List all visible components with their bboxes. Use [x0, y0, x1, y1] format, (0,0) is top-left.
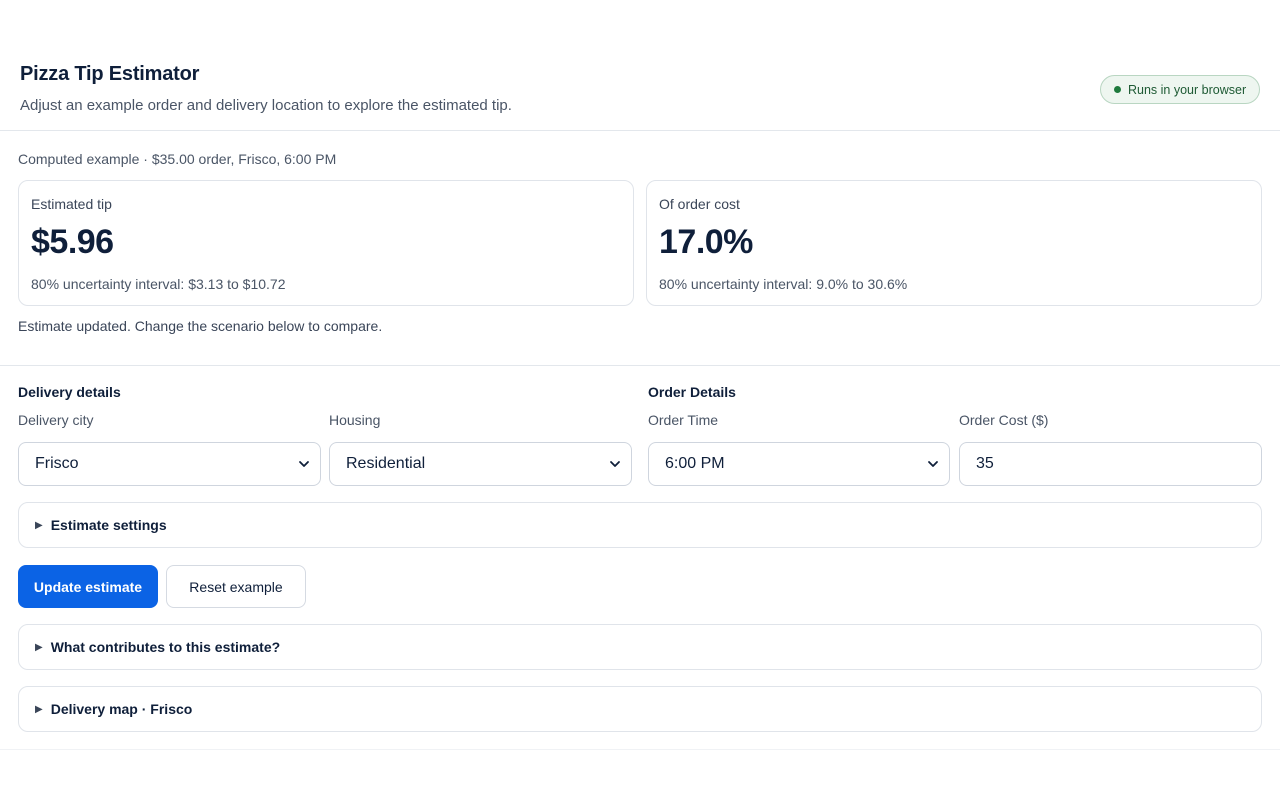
- computed-example-label: Computed example · $35.00 order, Frisco,…: [18, 151, 337, 167]
- chevron-down-icon: [299, 461, 309, 467]
- housing-value: Residential: [346, 455, 426, 472]
- chevron-down-icon: [610, 461, 620, 467]
- app-header: Pizza Tip Estimator Adjust an example or…: [0, 0, 1280, 131]
- order-time-select[interactable]: 6:00 PM: [648, 442, 950, 486]
- estimate-settings-label: Estimate settings: [50, 517, 167, 533]
- housing-label: Housing: [329, 412, 381, 428]
- order-cost-percent-value: 17.0%: [659, 223, 753, 261]
- delivery-details-title: Delivery details: [18, 384, 121, 400]
- contributions-toggle[interactable]: ▶ What contributes to this estimate?: [18, 624, 1262, 670]
- runs-in-browser-badge: Runs in your browser: [1100, 75, 1260, 104]
- chevron-down-icon: [928, 461, 938, 467]
- order-cost-percent-card: Of order cost 17.0% 80% uncertainty inte…: [646, 180, 1262, 306]
- order-cost-percent-interval: 80% uncertainty interval: 9.0% to 30.6%: [659, 276, 908, 292]
- update-estimate-button[interactable]: Update estimate: [18, 565, 158, 608]
- status-dot-icon: [1114, 86, 1121, 93]
- badge-label: Runs in your browser: [1128, 82, 1247, 97]
- app-title: Pizza Tip Estimator: [20, 63, 200, 85]
- expand-triangle-icon: ▶: [35, 703, 43, 715]
- section-divider: [0, 365, 1280, 366]
- order-cost-label: Order Cost ($): [959, 412, 1049, 428]
- order-cost-input[interactable]: [959, 442, 1262, 486]
- housing-select[interactable]: Residential: [329, 442, 632, 486]
- app-subtitle: Adjust an example order and delivery loc…: [20, 97, 512, 114]
- contributions-label: What contributes to this estimate?: [50, 639, 281, 655]
- estimated-tip-card: Estimated tip $5.96 80% uncertainty inte…: [18, 180, 634, 306]
- expand-triangle-icon: ▶: [35, 641, 43, 653]
- order-details-title: Order Details: [648, 384, 736, 400]
- estimate-status-text: Estimate updated. Change the scenario be…: [18, 318, 383, 334]
- estimated-tip-value: $5.96: [31, 223, 114, 261]
- reset-example-button[interactable]: Reset example: [166, 565, 306, 608]
- delivery-map-toggle[interactable]: ▶ Delivery map · Frisco: [18, 686, 1262, 732]
- delivery-city-select[interactable]: Frisco: [18, 442, 321, 486]
- estimated-tip-label: Estimated tip: [31, 196, 112, 212]
- delivery-map-label: Delivery map · Frisco: [50, 701, 193, 717]
- order-time-label: Order Time: [648, 412, 719, 428]
- delivery-city-label: Delivery city: [18, 412, 94, 428]
- expand-triangle-icon: ▶: [35, 519, 43, 531]
- estimate-settings-toggle[interactable]: ▶ Estimate settings: [18, 502, 1262, 548]
- order-cost-percent-label: Of order cost: [659, 196, 740, 212]
- order-time-value: 6:00 PM: [665, 455, 725, 472]
- footer-divider: [0, 749, 1280, 750]
- delivery-city-value: Frisco: [35, 455, 79, 472]
- estimated-tip-interval: 80% uncertainty interval: $3.13 to $10.7…: [31, 276, 286, 292]
